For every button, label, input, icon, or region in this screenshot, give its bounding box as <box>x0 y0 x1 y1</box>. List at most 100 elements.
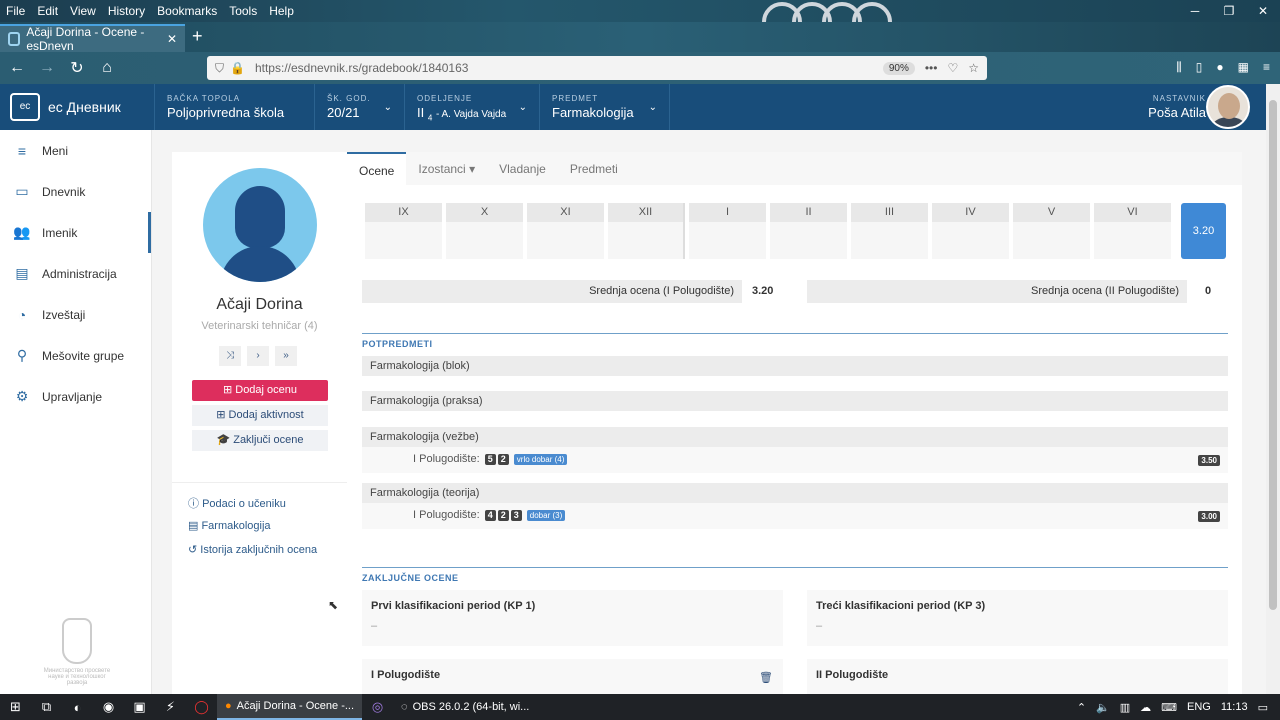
taskbar-obs[interactable]: ◌ OBS 26.0.2 (64-bit, wi... <box>393 694 537 720</box>
subject-link[interactable]: ▤ Farmakologija <box>188 519 271 532</box>
grade-badge[interactable]: 2 <box>497 454 509 465</box>
viber-icon[interactable]: ◎ <box>362 699 393 715</box>
link-label: Podaci o učeniku <box>202 498 286 510</box>
tray-expand-icon[interactable]: ⌃ <box>1077 701 1086 714</box>
subsubject-row-blok[interactable]: Farmakologija (blok) <box>362 356 1228 376</box>
history-link[interactable]: ↺ Istorija zaključnih ocena <box>188 543 317 556</box>
final-grade-tag[interactable]: vrlo dobar (4) <box>513 454 568 465</box>
sidebar-item-mesovite-grupe[interactable]: ⚲ Mešovite grupe <box>0 335 151 376</box>
sidebar-item-administracija[interactable]: ▤ Administracija <box>0 253 151 294</box>
forward-icon[interactable]: → <box>34 59 60 77</box>
month-column[interactable]: IV <box>932 203 1009 259</box>
keyboard-icon[interactable]: ⌨ <box>1161 701 1177 714</box>
taskbar-firefox[interactable]: ● Ačaji Dorina - Ocene -... <box>217 694 363 720</box>
restore-icon[interactable]: ❐ <box>1212 0 1246 22</box>
task-view-icon[interactable]: ⧉ <box>31 699 62 715</box>
finalize-grades-button[interactable]: 🎓 Zaključi ocene <box>192 430 328 451</box>
edge-icon[interactable]: ◐ <box>62 700 93 715</box>
menu-file[interactable]: File <box>0 4 31 18</box>
grade-badge[interactable]: 2 <box>497 510 509 521</box>
opera-icon[interactable]: ◯ <box>186 699 217 715</box>
extension-icon[interactable]: ▦ <box>1238 60 1249 75</box>
month-column[interactable]: IX <box>365 203 442 259</box>
sidebar-item-izvestaji[interactable]: ◔ Izveštaji <box>0 294 151 335</box>
shuffle-icon[interactable]: ⤨ <box>219 346 241 366</box>
profile-icon[interactable]: ● <box>1216 60 1223 75</box>
language-indicator[interactable]: ENG <box>1187 701 1211 713</box>
menu-help[interactable]: Help <box>263 4 300 18</box>
pocket-icon[interactable]: ♡ <box>947 61 958 75</box>
month-column[interactable]: III <box>851 203 928 259</box>
ministry-caption: Министарство просвете науке и технолошко… <box>43 668 111 686</box>
url-bar[interactable]: ⛉ 🔒 https://esdnevnik.rs/gradebook/18401… <box>207 56 987 80</box>
final-grade-tag[interactable]: dobar (3) <box>526 510 566 521</box>
month-column[interactable]: VI <box>1094 203 1171 259</box>
close-tab-icon[interactable]: ✕ <box>167 32 177 46</box>
zoom-badge[interactable]: 90% <box>882 61 915 75</box>
sidebar-item-meni[interactable]: ≡ Meni <box>0 130 151 171</box>
class-selector[interactable]: ODELJENJE II 4 - A. Vajda Vajda ⌄ <box>404 84 539 130</box>
add-activity-button[interactable]: ⊞ Dodaj aktivnost <box>192 405 328 426</box>
month-column[interactable]: X <box>446 203 523 259</box>
subsubject-row-teorija[interactable]: Farmakologija (teorija) <box>362 483 1228 503</box>
back-icon[interactable]: ← <box>4 59 30 77</box>
menu-tools[interactable]: Tools <box>223 4 263 18</box>
grade-badge[interactable]: 5 <box>484 454 496 465</box>
year-selector[interactable]: ŠK. GOD. 20/21 ⌄ <box>314 84 404 130</box>
tab-ocene[interactable]: Ocene <box>347 152 407 185</box>
add-grade-button[interactable]: ⊞ Dodaj ocenu <box>192 380 328 401</box>
last-student-icon[interactable]: » <box>275 346 297 366</box>
next-student-icon[interactable]: › <box>247 346 269 366</box>
sidebar-item-imenik[interactable]: 👥 Imenik <box>0 212 151 253</box>
volume-icon[interactable]: 🔈 <box>1096 701 1110 714</box>
student-info-link[interactable]: ⓘ Podaci o učeniku <box>188 495 286 511</box>
month-column[interactable]: V <box>1013 203 1090 259</box>
class-grade: II <box>417 105 425 120</box>
app-icon[interactable]: ◉ <box>93 699 124 715</box>
subject-selector[interactable]: PREDMET Farmakologija ⌄ <box>539 84 670 130</box>
network-icon[interactable]: ▥ <box>1120 701 1130 714</box>
clock[interactable]: 11:13 <box>1221 701 1248 713</box>
month-column[interactable]: II <box>770 203 847 259</box>
save-icon[interactable]: ▣ <box>124 699 155 715</box>
menu-hamburger-icon[interactable]: ≡ <box>1263 60 1270 75</box>
reload-icon[interactable]: ↻ <box>64 58 90 78</box>
subsubject-row-praksa[interactable]: Farmakologija (praksa) <box>362 391 1228 411</box>
month-column[interactable]: XI <box>527 203 604 259</box>
trash-icon[interactable]: 🗑 <box>759 671 773 684</box>
teacher-avatar[interactable] <box>1206 85 1250 129</box>
menu-bookmarks[interactable]: Bookmarks <box>151 4 223 18</box>
library-icon[interactable]: ⫼ <box>1176 60 1182 75</box>
sidebar-item-upravljanje[interactable]: ⚙ Upravljanje <box>0 376 151 417</box>
teacher-label: NASTAVNIK <box>1152 94 1206 103</box>
close-window-icon[interactable]: ✕ <box>1246 0 1280 22</box>
sidebar-icon[interactable]: ▯ <box>1196 60 1203 75</box>
teacher-info[interactable]: NASTAVNIK Poša Atila <box>1148 94 1206 120</box>
month-column[interactable]: I <box>689 203 766 259</box>
tab-predmeti[interactable]: Predmeti <box>558 152 630 185</box>
page-scrollbar[interactable] <box>1266 84 1280 694</box>
grade-badge[interactable]: 3 <box>510 510 522 521</box>
page-actions-icon[interactable]: ••• <box>925 61 938 75</box>
month-column[interactable]: XII <box>608 203 685 259</box>
onedrive-icon[interactable]: ☁ <box>1140 701 1151 714</box>
app-logo[interactable]: ec ес Дневник <box>10 93 121 121</box>
tab-vladanje[interactable]: Vladanje <box>487 152 558 185</box>
minimize-icon[interactable]: ─ <box>1178 0 1212 22</box>
windows-start-icon[interactable]: ⊞ <box>0 699 31 715</box>
home-icon[interactable]: ⌂ <box>94 59 120 77</box>
bookmark-star-icon[interactable]: ☆ <box>968 61 979 75</box>
menu-history[interactable]: History <box>102 4 151 18</box>
notifications-icon[interactable]: ▭ <box>1258 701 1268 714</box>
subsubject-row-vezbe[interactable]: Farmakologija (vežbe) <box>362 427 1228 447</box>
browser-tab-active[interactable]: Ačaji Dorina - Ocene - esDnevn ✕ <box>0 24 185 53</box>
final-average-box[interactable]: 3.20 <box>1181 203 1226 259</box>
lightning-icon[interactable]: ⚡ <box>155 699 186 715</box>
menu-edit[interactable]: Edit <box>31 4 64 18</box>
sidebar-item-dnevnik[interactable]: ▭ Dnevnik <box>0 171 151 212</box>
menu-view[interactable]: View <box>64 4 102 18</box>
grade-badge[interactable]: 4 <box>484 510 496 521</box>
new-tab-icon[interactable]: + <box>192 26 203 47</box>
scrollbar-thumb[interactable] <box>1269 100 1277 610</box>
tab-izostanci[interactable]: Izostanci ▾ <box>406 152 487 185</box>
